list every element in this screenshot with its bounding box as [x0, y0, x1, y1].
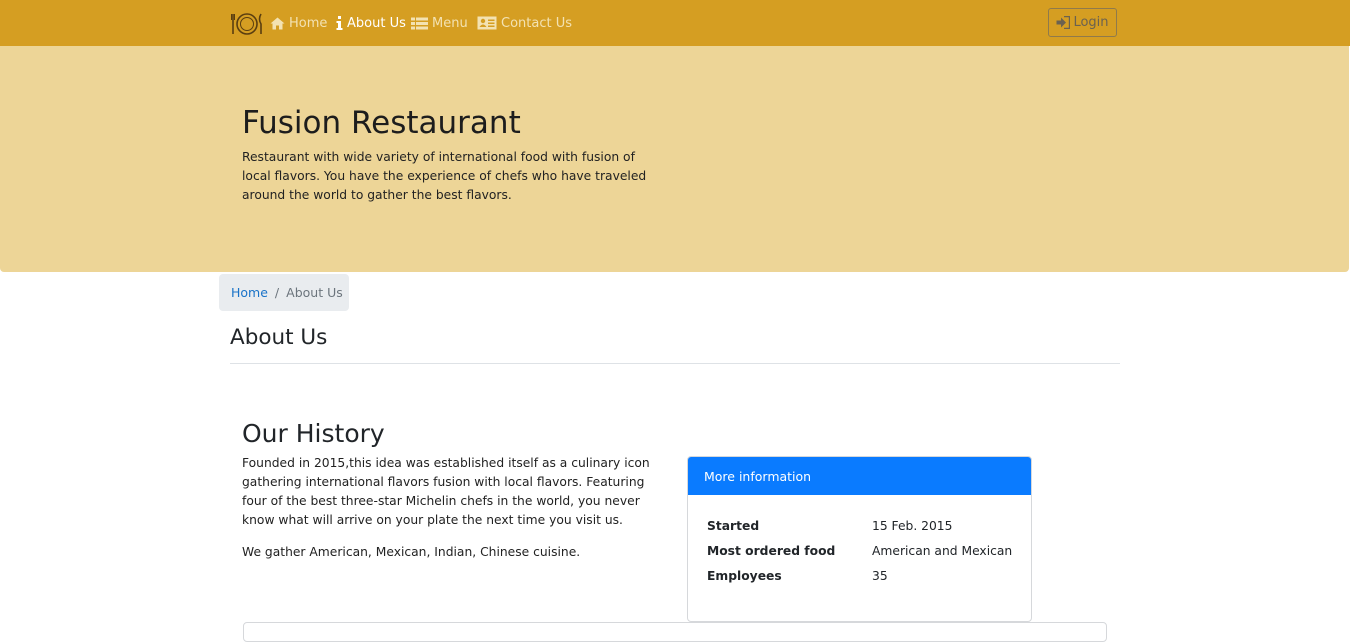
nav-item-label: About Us — [347, 15, 406, 31]
history-paragraph: Founded in 2015,this idea was establishe… — [242, 456, 650, 527]
login-button[interactable]: Login — [1048, 8, 1117, 37]
info-label: Most ordered food — [707, 544, 836, 558]
info-icon — [336, 16, 343, 30]
info-value: 35 — [872, 569, 888, 583]
navbar: Home About Us Menu Contact Us Login — [0, 0, 1350, 46]
cuisine-paragraph: We gather American, Mexican, Indian, Chi… — [242, 545, 581, 559]
sign-in-icon — [1056, 16, 1071, 29]
nav-item-label: Menu — [432, 15, 468, 31]
more-information-card: More information Started 15 Feb. 2015 Mo… — [687, 456, 1032, 622]
nav-item-contact-us[interactable]: Contact Us — [477, 0, 572, 46]
info-label: Employees — [707, 569, 782, 583]
info-label: Started — [707, 519, 760, 533]
home-icon — [270, 17, 285, 29]
page-title: About Us — [230, 325, 328, 350]
nav-item-label: Home — [289, 15, 328, 31]
breadcrumb: Home / About Us — [219, 274, 349, 311]
address-card-icon — [477, 16, 497, 30]
list-icon — [411, 17, 428, 29]
info-value: American and Mexican — [872, 544, 1013, 558]
card-header-title: More information — [704, 468, 812, 484]
nav-item-home[interactable]: Home — [270, 0, 327, 46]
card-header: More information — [688, 457, 1031, 495]
nav-item-label: Contact Us — [501, 15, 572, 31]
restaurant-title: Fusion Restaurant — [242, 105, 521, 141]
nav-item-menu[interactable]: Menu — [411, 0, 468, 46]
restaurant-description: Restaurant with wide variety of internat… — [242, 150, 647, 202]
breadcrumb-separator: / — [274, 285, 280, 300]
login-label: Login — [1073, 15, 1109, 30]
plate-cutlery-icon[interactable] — [230, 11, 264, 37]
breadcrumb-current: About Us — [286, 285, 343, 300]
history-title: Our History — [242, 419, 385, 448]
info-value: 15 Feb. 2015 — [872, 519, 953, 533]
breadcrumb-home-link[interactable]: Home — [231, 285, 268, 300]
next-section-card — [243, 622, 1107, 642]
divider — [230, 363, 1120, 364]
nav-item-about-us[interactable]: About Us — [336, 0, 406, 46]
hero-banner: Fusion Restaurant Restaurant with wide v… — [0, 46, 1349, 272]
